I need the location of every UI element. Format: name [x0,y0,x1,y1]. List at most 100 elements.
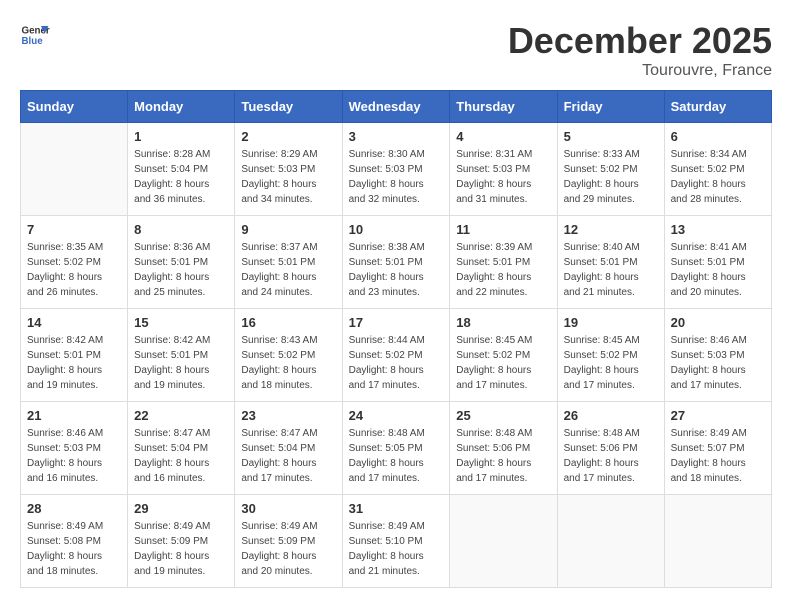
calendar-day-cell: 12Sunrise: 8:40 AMSunset: 5:01 PMDayligh… [557,216,664,309]
calendar-week-row: 14 Sunrise: 8:42 AMSunset: 5:01 PMDayligh… [21,309,772,402]
calendar-day-cell: 6 Sunrise: 8:34 AMSunset: 5:02 PMDaylight… [664,123,771,216]
day-info: Sunrise: 8:49 AMSunset: 5:09 PMDaylight:… [241,519,335,579]
day-number: 30 [241,501,335,516]
logo: General Blue [20,20,54,50]
day-info: Sunrise: 8:45 AMSunset: 5:02 PMDaylight:… [564,333,658,393]
logo-icon: General Blue [20,20,50,50]
day-info: Sunrise: 8:48 AMSunset: 5:06 PMDaylight:… [456,426,550,486]
calendar-day-cell [557,495,664,588]
day-number: 5 [564,129,658,144]
day-number: 3 [349,129,444,144]
calendar-day-cell: 2 Sunrise: 8:29 AMSunset: 5:03 PMDaylight… [235,123,342,216]
calendar-week-row: 7Sunrise: 8:35 AMSunset: 5:02 PMDaylight… [21,216,772,309]
day-info: Sunrise: 8:43 AMSunset: 5:02 PMDaylight:… [241,333,335,393]
calendar-day-cell: 5 Sunrise: 8:33 AMSunset: 5:02 PMDaylight… [557,123,664,216]
calendar-week-row: 1 Sunrise: 8:28 AMSunset: 5:04 PMDaylight… [21,123,772,216]
day-info: Sunrise: 8:42 AMSunset: 5:01 PMDaylight:… [134,333,228,393]
day-number: 17 [349,315,444,330]
day-info: Sunrise: 8:49 AMSunset: 5:09 PMDaylight:… [134,519,228,579]
calendar-day-cell: 21 Sunrise: 8:46 AMSunset: 5:03 PMDayligh… [21,402,128,495]
day-number: 2 [241,129,335,144]
day-info: Sunrise: 8:47 AMSunset: 5:04 PMDaylight:… [241,426,335,486]
day-number: 23 [241,408,335,423]
day-info: Sunrise: 8:30 AMSunset: 5:03 PMDaylight:… [349,147,444,207]
day-info: Sunrise: 8:48 AMSunset: 5:06 PMDaylight:… [564,426,658,486]
day-info: Sunrise: 8:48 AMSunset: 5:05 PMDaylight:… [349,426,444,486]
day-info: Sunrise: 8:36 AMSunset: 5:01 PMDaylight:… [134,240,228,300]
day-number: 20 [671,315,765,330]
calendar-day-cell: 28Sunrise: 8:49 AMSunset: 5:08 PMDayligh… [21,495,128,588]
day-number: 13 [671,222,765,237]
title-area: December 2025 Tourouvre, France [508,20,772,80]
day-number: 16 [241,315,335,330]
calendar-day-cell: 18Sunrise: 8:45 AMSunset: 5:02 PMDayligh… [450,309,557,402]
day-info: Sunrise: 8:28 AMSunset: 5:04 PMDaylight:… [134,147,228,207]
calendar-day-cell: 15 Sunrise: 8:42 AMSunset: 5:01 PMDayligh… [128,309,235,402]
day-number: 28 [27,501,121,516]
day-info: Sunrise: 8:47 AMSunset: 5:04 PMDaylight:… [134,426,228,486]
calendar-day-cell: 20Sunrise: 8:46 AMSunset: 5:03 PMDayligh… [664,309,771,402]
day-number: 24 [349,408,444,423]
calendar-week-row: 28Sunrise: 8:49 AMSunset: 5:08 PMDayligh… [21,495,772,588]
day-of-week-header: Wednesday [342,91,450,123]
day-info: Sunrise: 8:40 AMSunset: 5:01 PMDaylight:… [564,240,658,300]
day-number: 8 [134,222,228,237]
day-info: Sunrise: 8:38 AMSunset: 5:01 PMDaylight:… [349,240,444,300]
day-info: Sunrise: 8:46 AMSunset: 5:03 PMDaylight:… [27,426,121,486]
calendar-day-cell: 7Sunrise: 8:35 AMSunset: 5:02 PMDaylight… [21,216,128,309]
day-info: Sunrise: 8:41 AMSunset: 5:01 PMDaylight:… [671,240,765,300]
day-number: 15 [134,315,228,330]
day-number: 14 [27,315,121,330]
day-number: 25 [456,408,550,423]
calendar-day-cell: 3 Sunrise: 8:30 AMSunset: 5:03 PMDaylight… [342,123,450,216]
day-of-week-header: Saturday [664,91,771,123]
calendar-day-cell: 9 Sunrise: 8:37 AMSunset: 5:01 PMDaylight… [235,216,342,309]
day-info: Sunrise: 8:29 AMSunset: 5:03 PMDaylight:… [241,147,335,207]
calendar-day-cell: 14Sunrise: 8:42 AMSunset: 5:01 PMDayligh… [21,309,128,402]
day-of-week-header: Monday [128,91,235,123]
svg-text:Blue: Blue [22,36,44,47]
day-number: 1 [134,129,228,144]
calendar-day-cell: 13 Sunrise: 8:41 AMSunset: 5:01 PMDayligh… [664,216,771,309]
calendar-day-cell: 24 Sunrise: 8:48 AMSunset: 5:05 PMDayligh… [342,402,450,495]
calendar-day-cell: 23 Sunrise: 8:47 AMSunset: 5:04 PMDayligh… [235,402,342,495]
day-number: 7 [27,222,121,237]
calendar-day-cell: 10Sunrise: 8:38 AMSunset: 5:01 PMDayligh… [342,216,450,309]
calendar-day-cell: 31 Sunrise: 8:49 AMSunset: 5:10 PMDayligh… [342,495,450,588]
day-info: Sunrise: 8:39 AMSunset: 5:01 PMDaylight:… [456,240,550,300]
calendar-day-cell [664,495,771,588]
day-number: 21 [27,408,121,423]
day-of-week-header: Thursday [450,91,557,123]
day-of-week-header: Friday [557,91,664,123]
day-number: 4 [456,129,550,144]
calendar-day-cell: 1 Sunrise: 8:28 AMSunset: 5:04 PMDaylight… [128,123,235,216]
day-number: 6 [671,129,765,144]
day-of-week-header: Tuesday [235,91,342,123]
day-info: Sunrise: 8:34 AMSunset: 5:02 PMDaylight:… [671,147,765,207]
calendar-day-cell: 26Sunrise: 8:48 AMSunset: 5:06 PMDayligh… [557,402,664,495]
day-number: 9 [241,222,335,237]
calendar-day-cell [21,123,128,216]
day-info: Sunrise: 8:33 AMSunset: 5:02 PMDaylight:… [564,147,658,207]
calendar-day-cell: 11 Sunrise: 8:39 AMSunset: 5:01 PMDayligh… [450,216,557,309]
calendar-day-cell: 16 Sunrise: 8:43 AMSunset: 5:02 PMDayligh… [235,309,342,402]
day-number: 27 [671,408,765,423]
day-number: 29 [134,501,228,516]
day-info: Sunrise: 8:45 AMSunset: 5:02 PMDaylight:… [456,333,550,393]
calendar-day-cell: 22 Sunrise: 8:47 AMSunset: 5:04 PMDayligh… [128,402,235,495]
day-of-week-header: Sunday [21,91,128,123]
day-info: Sunrise: 8:37 AMSunset: 5:01 PMDaylight:… [241,240,335,300]
calendar-day-cell: 19Sunrise: 8:45 AMSunset: 5:02 PMDayligh… [557,309,664,402]
calendar-day-cell: 8 Sunrise: 8:36 AMSunset: 5:01 PMDaylight… [128,216,235,309]
month-title: December 2025 [508,20,772,62]
day-number: 31 [349,501,444,516]
calendar-week-row: 21 Sunrise: 8:46 AMSunset: 5:03 PMDayligh… [21,402,772,495]
day-number: 11 [456,222,550,237]
day-info: Sunrise: 8:49 AMSunset: 5:10 PMDaylight:… [349,519,444,579]
day-info: Sunrise: 8:44 AMSunset: 5:02 PMDaylight:… [349,333,444,393]
calendar-day-cell [450,495,557,588]
calendar-day-cell: 30 Sunrise: 8:49 AMSunset: 5:09 PMDayligh… [235,495,342,588]
day-info: Sunrise: 8:31 AMSunset: 5:03 PMDaylight:… [456,147,550,207]
calendar-day-cell: 25 Sunrise: 8:48 AMSunset: 5:06 PMDayligh… [450,402,557,495]
day-number: 22 [134,408,228,423]
